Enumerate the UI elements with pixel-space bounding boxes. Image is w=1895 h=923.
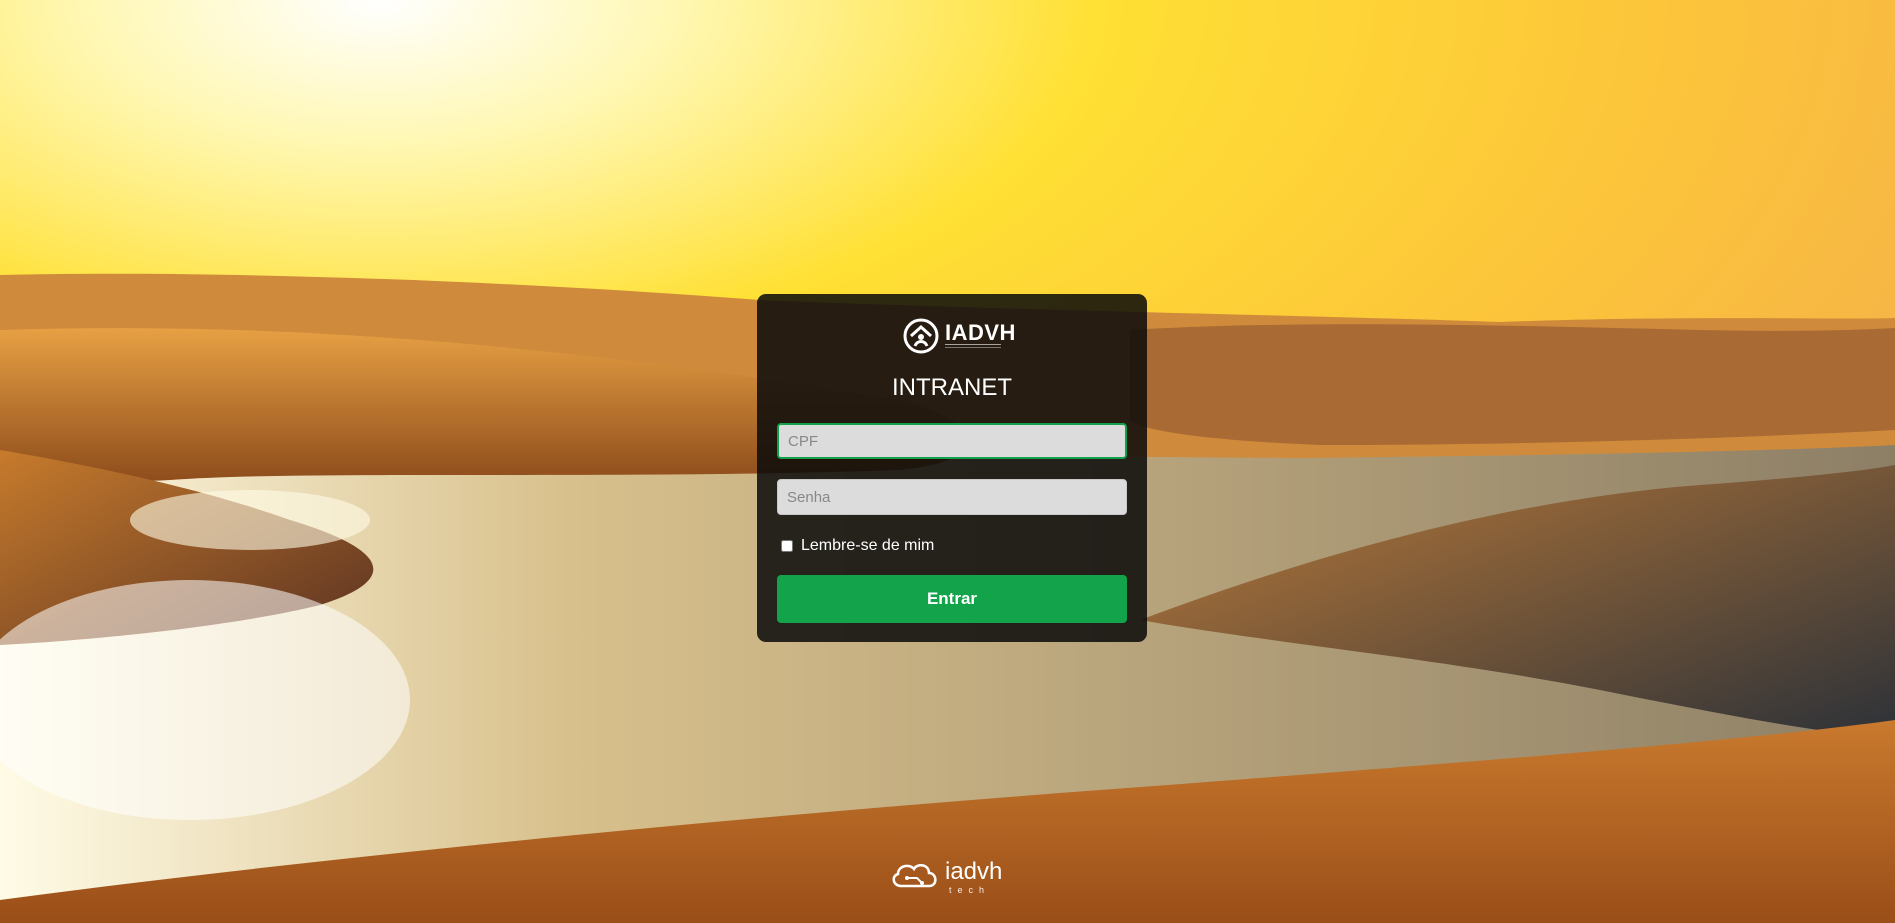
remember-me-checkbox[interactable]: [781, 540, 793, 552]
footer-brand: iadvh: [945, 858, 1003, 885]
remember-me[interactable]: Lembre-se de mim: [781, 537, 934, 555]
login-button[interactable]: Entrar: [777, 575, 1127, 623]
footer-logo: iadvh tech: [889, 858, 1019, 895]
logo-text: IADVH: [945, 320, 1016, 345]
iadvh-logo: IADVH: [903, 318, 1015, 358]
logo-tagline-lines: [945, 344, 1001, 348]
page-title: INTRANET: [892, 374, 1012, 401]
password-input[interactable]: [777, 479, 1127, 515]
login-panel: IADVH INTRANET Lembre-se de mim Entrar: [757, 294, 1147, 642]
cloud-circuit-icon: [892, 864, 937, 888]
remember-me-label: Lembre-se de mim: [801, 537, 935, 554]
cpf-input[interactable]: [777, 423, 1127, 459]
house-people-icon: [903, 318, 939, 354]
footer-sub: tech: [949, 885, 991, 895]
